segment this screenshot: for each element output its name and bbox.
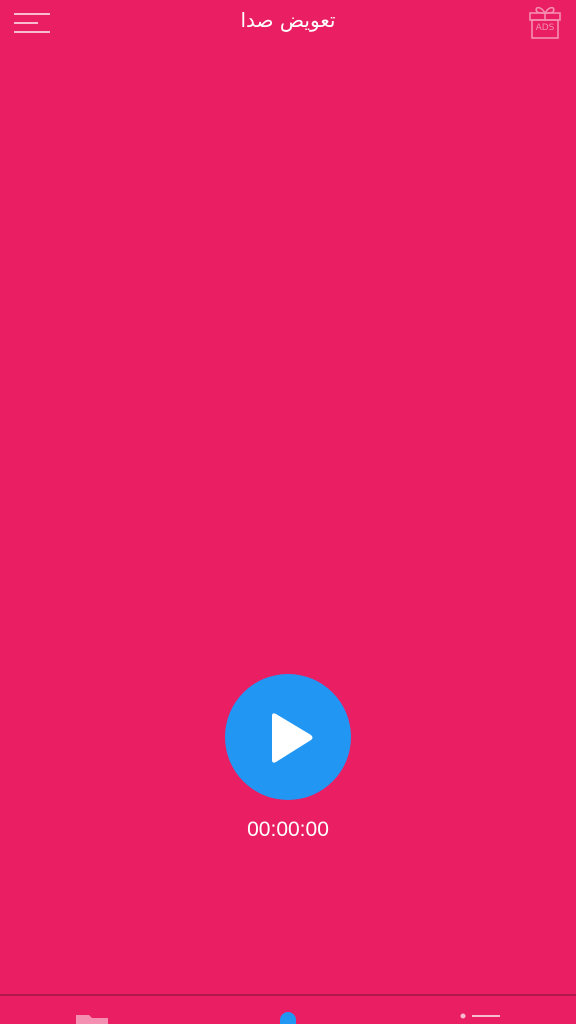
folder-icon bbox=[76, 1015, 108, 1024]
ads-label: ADS bbox=[535, 23, 555, 33]
recorder-screen: تعويض صدا ADS 00:00:00 bbox=[0, 0, 576, 1024]
app-header: تعويض صدا ADS bbox=[0, 0, 576, 44]
nav-item-files[interactable] bbox=[72, 996, 112, 1024]
play-button[interactable] bbox=[225, 674, 351, 800]
gift-ads-icon bbox=[529, 6, 561, 39]
microphone-icon bbox=[280, 1012, 296, 1024]
bottom-navigation bbox=[0, 996, 576, 1024]
ads-gift-button[interactable]: ADS bbox=[528, 4, 562, 40]
recording-timer: 00:00:00 bbox=[247, 818, 329, 841]
page-title: تعويض صدا bbox=[240, 8, 336, 32]
nav-item-record[interactable] bbox=[268, 996, 308, 1024]
audio-waveform bbox=[18, 390, 558, 400]
play-icon bbox=[272, 713, 313, 763]
settings-list-icon bbox=[460, 1013, 500, 1019]
nav-item-settings[interactable] bbox=[452, 996, 508, 1024]
